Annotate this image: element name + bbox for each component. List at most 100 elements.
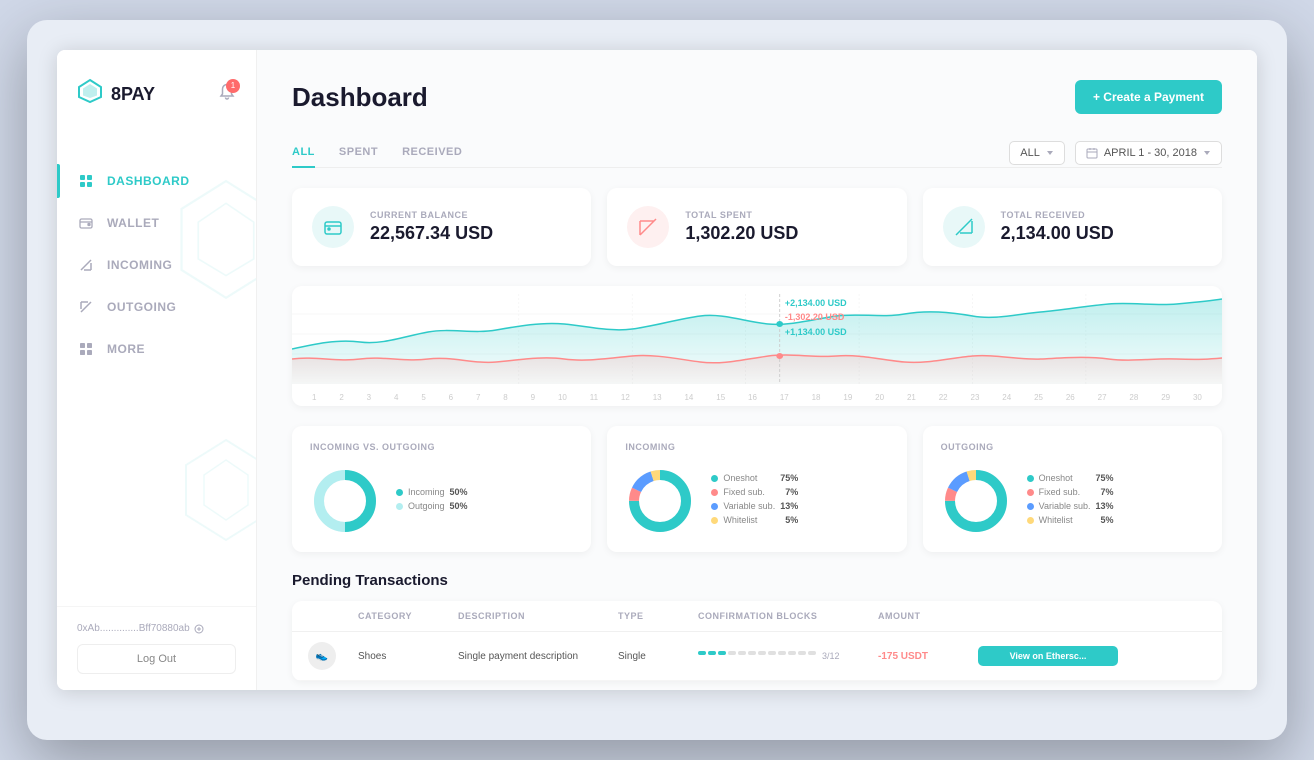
conf-dot-empty (748, 651, 756, 655)
outgoing-icon (77, 298, 95, 316)
stat-info-received: TOTAL RECEIVED 2,134.00 USD (1001, 210, 1114, 244)
legend-dot (1027, 475, 1034, 482)
donut-content-0: Incoming 50% Outgoing 50% (310, 466, 573, 536)
tx-avatar: 👟 (308, 642, 336, 670)
create-payment-button[interactable]: + Create a Payment (1075, 80, 1222, 114)
confirmation-bar: 3/12 (698, 651, 878, 661)
donuts-row: INCOMING VS. OUTGOING Incoming 50% (292, 426, 1222, 552)
legend-dot (1027, 517, 1034, 524)
donut-legend-2: Oneshot 75% Fixed sub. 7% Variable sub. (1027, 473, 1114, 529)
conf-dot-empty (758, 651, 766, 655)
chart-x-labels: 1 2 3 4 5 6 7 8 9 10 11 12 13 14 15 16 1 (312, 393, 1202, 402)
sidebar-item-more[interactable]: MORE (57, 328, 256, 370)
notification-bell[interactable]: 1 (218, 83, 236, 106)
area-chart: +2,134.00 USD -1,302.20 USD +1,134.00 US… (292, 286, 1222, 406)
legend-item: Fixed sub. 7% (711, 487, 798, 497)
conf-dot-empty (778, 651, 786, 655)
balance-label: CURRENT BALANCE (370, 210, 493, 220)
legend-item: Variable sub. 13% (1027, 501, 1114, 511)
wallet-address: 0xAb..............Bff70880ab (77, 623, 236, 634)
received-label: TOTAL RECEIVED (1001, 210, 1114, 220)
sidebar-item-incoming-label: INCOMING (107, 258, 172, 272)
tab-all[interactable]: ALL (292, 138, 315, 168)
tx-type: Single (618, 651, 698, 662)
donut-card-incoming: INCOMING (607, 426, 906, 552)
sidebar-item-outgoing[interactable]: OUTGOING (57, 286, 256, 328)
date-filter[interactable]: APRIL 1 - 30, 2018 (1075, 141, 1222, 165)
legend-item: Variable sub. 13% (711, 501, 798, 511)
legend-dot (396, 503, 403, 510)
sidebar-decoration-bottom (176, 430, 257, 590)
chart-tooltip: +2,134.00 USD -1,302.20 USD +1,134.00 US… (785, 296, 847, 339)
tabs-bar: ALL SPENT RECEIVED ALL APRIL 1 - 30, 201… (292, 138, 1222, 168)
donut-chart-2 (941, 466, 1011, 536)
notification-badge: 1 (226, 79, 240, 93)
type-filter[interactable]: ALL (1009, 141, 1065, 165)
logout-button[interactable]: Log Out (77, 644, 236, 674)
main-content: Dashboard + Create a Payment ALL SPENT R… (257, 50, 1257, 690)
incoming-icon (77, 256, 95, 274)
stat-card-spent: TOTAL SPENT 1,302.20 USD (607, 188, 906, 266)
legend-dot (711, 503, 718, 510)
sidebar-logo: 8PAY 1 (57, 50, 256, 130)
transactions-table: Category Description Type Confirmation B… (292, 601, 1222, 681)
sidebar-item-wallet[interactable]: WALLET (57, 202, 256, 244)
tab-received[interactable]: RECEIVED (402, 138, 462, 168)
tab-filters: ALL APRIL 1 - 30, 2018 (1009, 141, 1222, 165)
legend-dot (711, 489, 718, 496)
donut-legend-0: Incoming 50% Outgoing 50% (396, 487, 468, 515)
page-title: Dashboard (292, 82, 428, 113)
balance-icon (312, 206, 354, 248)
conf-dot-empty (738, 651, 746, 655)
legend-item: Oneshot 75% (1027, 473, 1114, 483)
legend-item: Oneshot 75% (711, 473, 798, 483)
conf-dot-filled (708, 651, 716, 655)
sidebar-item-dashboard[interactable]: DASHBOARD (57, 160, 256, 202)
sidebar-item-incoming[interactable]: INCOMING (57, 244, 256, 286)
tx-amount: -175 USDT (878, 651, 978, 662)
legend-item: Whitelist 5% (1027, 515, 1114, 525)
sidebar-item-outgoing-label: OUTGOING (107, 300, 176, 314)
dashboard-icon (77, 172, 95, 190)
view-etherscan-button[interactable]: View on Ethersc... (978, 646, 1118, 666)
tx-description: Single payment description (458, 651, 618, 662)
table-header: Category Description Type Confirmation B… (292, 601, 1222, 632)
donut-content-1: Oneshot 75% Fixed sub. 7% Variable sub. (625, 466, 888, 536)
legend-dot (396, 489, 403, 496)
conf-dot-empty (808, 651, 816, 655)
legend-dot (1027, 489, 1034, 496)
stat-card-received: TOTAL RECEIVED 2,134.00 USD (923, 188, 1222, 266)
legend-item: Whitelist 5% (711, 515, 798, 525)
legend-dot (711, 517, 718, 524)
tab-spent[interactable]: SPENT (339, 138, 378, 168)
sidebar-item-dashboard-label: DASHBOARD (107, 174, 190, 188)
conf-dot-empty (728, 651, 736, 655)
legend-item: Fixed sub. 7% (1027, 487, 1114, 497)
conf-dot-empty (768, 651, 776, 655)
donut-content-2: Oneshot 75% Fixed sub. 7% Variable sub. (941, 466, 1204, 536)
sidebar: 8PAY 1 (57, 50, 257, 690)
table-row: 👟 Shoes Single payment description Singl… (292, 632, 1222, 681)
legend-item: Outgoing 50% (396, 501, 468, 511)
stat-card-balance: CURRENT BALANCE 22,567.34 USD (292, 188, 591, 266)
balance-value: 22,567.34 USD (370, 223, 493, 244)
legend-item: Incoming 50% (396, 487, 468, 497)
wallet-icon (77, 214, 95, 232)
donut-title-1: INCOMING (625, 442, 888, 452)
spent-icon (627, 206, 669, 248)
donut-chart-1 (625, 466, 695, 536)
more-icon (77, 340, 95, 358)
donut-title-2: OUTGOING (941, 442, 1204, 452)
conf-dot-empty (798, 651, 806, 655)
donut-title-0: INCOMING VS. OUTGOING (310, 442, 573, 452)
sidebar-footer: 0xAb..............Bff70880ab Log Out (57, 606, 256, 690)
spent-label: TOTAL SPENT (685, 210, 798, 220)
legend-dot (711, 475, 718, 482)
received-value: 2,134.00 USD (1001, 223, 1114, 244)
logo-icon (77, 78, 103, 110)
stats-row: CURRENT BALANCE 22,567.34 USD TOTAL SPEN… (292, 188, 1222, 266)
conf-dot-filled (718, 651, 726, 655)
logo-text: 8PAY (111, 84, 155, 105)
tx-category: Shoes (358, 651, 458, 662)
page-header: Dashboard + Create a Payment (292, 80, 1222, 114)
